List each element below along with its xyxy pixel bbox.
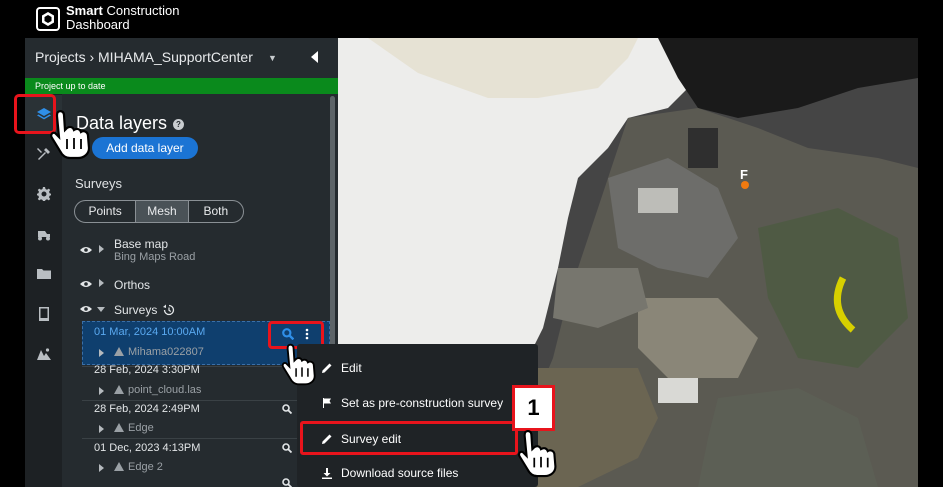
brand-dashboard: Dashboard xyxy=(66,17,130,32)
divider xyxy=(82,438,332,439)
expand-survey-icon[interactable] xyxy=(99,464,104,472)
view-mode-mesh[interactable]: Mesh xyxy=(135,201,189,222)
expand-orthos-icon[interactable] xyxy=(99,279,104,287)
pointer-hand-icon xyxy=(281,343,316,386)
expand-survey-icon[interactable] xyxy=(99,387,104,395)
layer-base-map[interactable]: Base map Bing Maps Road xyxy=(114,237,195,263)
survey-name: Edge xyxy=(128,422,154,434)
menu-item-download-source[interactable]: Download source files xyxy=(297,456,538,487)
survey-date: 28 Feb, 2024 3:30PM xyxy=(94,364,200,376)
survey-date: 01 Mar, 2024 10:00AM xyxy=(94,326,206,338)
expand-survey-icon[interactable] xyxy=(99,349,104,357)
surveys-layer-label: Surveys xyxy=(114,303,158,317)
brand-smart: Smart xyxy=(66,3,103,18)
expand-survey-icon[interactable] xyxy=(99,425,104,433)
eye-icon[interactable] xyxy=(80,246,92,254)
gear-icon xyxy=(36,187,51,201)
survey-date: 28 Feb, 2024 2:49PM xyxy=(94,403,200,415)
menu-item-label: Edit xyxy=(341,361,362,375)
add-data-layer-button[interactable]: Add data layer xyxy=(92,137,198,159)
rail-files-button[interactable] xyxy=(25,255,62,293)
mesh-icon xyxy=(114,385,124,394)
eye-icon[interactable] xyxy=(80,280,92,288)
mesh-icon xyxy=(114,423,124,432)
layer-orthos[interactable]: Orthos xyxy=(114,278,150,292)
map-marker-label: F xyxy=(740,167,748,182)
base-map-label: Base map xyxy=(114,237,169,251)
step-number-badge: 1 xyxy=(512,385,555,431)
rail-machines-button[interactable] xyxy=(25,215,62,253)
download-icon xyxy=(322,468,332,479)
rail-settings-button[interactable] xyxy=(25,175,62,213)
eye-icon[interactable] xyxy=(80,305,92,313)
history-icon[interactable] xyxy=(163,304,175,316)
folder-icon xyxy=(36,269,51,279)
project-dropdown-icon[interactable]: ▼ xyxy=(268,53,277,63)
survey-name: point_cloud.las xyxy=(128,384,202,396)
zoom-to-survey-icon[interactable] xyxy=(282,478,292,487)
pointer-hand-icon xyxy=(518,430,557,478)
pointer-hand-icon xyxy=(50,110,91,160)
project-bar: Projects › MIHAMA_SupportCenter ▼ xyxy=(25,38,338,78)
survey-name: Mihama022807 xyxy=(128,346,204,358)
survey-context-menu: Edit Set as pre-construction survey Surv… xyxy=(297,344,538,487)
collapse-surveys-icon[interactable] xyxy=(97,307,105,312)
project-breadcrumb[interactable]: Projects › MIHAMA_SupportCenter xyxy=(35,49,253,65)
excavator-icon xyxy=(37,231,50,241)
view-mode-points[interactable]: Points xyxy=(75,201,135,222)
project-status-bar: Project up to date xyxy=(25,78,338,94)
zoom-to-survey-icon[interactable] xyxy=(282,404,292,414)
help-icon[interactable]: ? xyxy=(173,119,184,130)
base-map-sub: Bing Maps Road xyxy=(114,251,196,263)
collapse-panel-icon[interactable] xyxy=(311,51,318,63)
menu-item-label: Download source files xyxy=(341,466,459,480)
flag-icon xyxy=(323,398,331,408)
right-edge xyxy=(918,38,943,487)
brand-construction: Construction xyxy=(106,3,180,18)
survey-date: 01 Dec, 2023 4:13PM xyxy=(94,442,201,454)
rail-map-button[interactable] xyxy=(25,335,62,373)
view-mode-both[interactable]: Both xyxy=(189,201,243,222)
expand-base-map-icon[interactable] xyxy=(99,245,104,253)
layer-surveys[interactable]: Surveys xyxy=(114,303,157,317)
survey-name: Edge 2 xyxy=(128,461,163,473)
rail-device-button[interactable] xyxy=(25,295,62,333)
menu-item-label: Set as pre-construction survey xyxy=(341,396,504,410)
app-header: Smart Construction Dashboard xyxy=(0,0,943,38)
view-mode-toggle: Points Mesh Both xyxy=(74,200,244,223)
app-brand: Smart Construction Dashboard xyxy=(66,4,179,32)
orthos-label: Orthos xyxy=(114,278,151,292)
zoom-to-survey-icon[interactable] xyxy=(282,443,292,453)
divider xyxy=(82,400,332,401)
menu-highlight xyxy=(300,421,518,455)
surveys-section-label: Surveys xyxy=(75,176,122,191)
tablet-icon xyxy=(38,307,49,321)
app-logo-icon xyxy=(36,7,60,31)
mesh-icon xyxy=(114,347,124,356)
menu-item-set-preconstruction[interactable]: Set as pre-construction survey xyxy=(297,386,538,420)
mesh-icon xyxy=(114,462,124,471)
terrain-icon xyxy=(36,348,51,360)
menu-item-edit[interactable]: Edit xyxy=(297,351,538,385)
